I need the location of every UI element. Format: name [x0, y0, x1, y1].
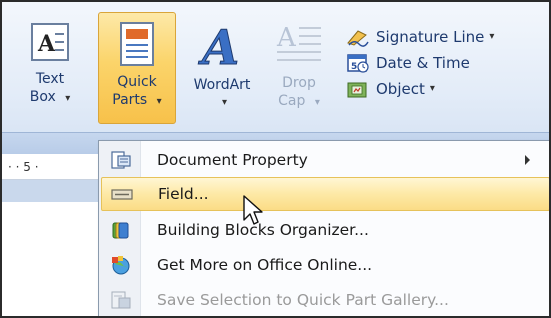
date-time-icon: 5	[347, 54, 369, 73]
menu-item-field[interactable]: Field...	[101, 177, 549, 211]
ribbon: A Text Box ▾ Quick Parts ▾ A WordArt ▾ A…	[2, 2, 549, 154]
text-box-label-2: Box	[29, 89, 56, 105]
menu-item-label: Save Selection to Quick Part Gallery...	[157, 291, 449, 309]
wordart-label: WordArt	[193, 77, 251, 93]
horizontal-ruler: · · 5 ·	[2, 154, 98, 180]
signature-line-label: Signature Line	[376, 28, 485, 46]
menu-item-label: Document Property	[157, 151, 308, 169]
dropdown-arrow-icon: ▾	[429, 83, 435, 94]
object-icon	[347, 82, 367, 98]
drop-cap-icon: A	[276, 23, 321, 61]
menu-item-get-more-office-online[interactable]: Get More on Office Online...	[101, 248, 549, 282]
insert-text-small-group: Signature Line ▾ 5 Date & Time Object ▾	[346, 24, 546, 102]
dropdown-arrow-icon: ▾	[489, 31, 495, 42]
quick-parts-label-2: Parts	[112, 92, 148, 108]
dropdown-arrow-icon: ▾	[156, 96, 162, 107]
drop-cap-button[interactable]: A Drop Cap ▾	[268, 20, 330, 112]
document-property-icon	[111, 151, 131, 169]
menu-item-save-selection[interactable]: Save Selection to Quick Part Gallery...	[101, 283, 549, 316]
document-area	[2, 180, 98, 202]
drop-cap-label-1: Drop	[282, 75, 316, 91]
wordart-button[interactable]: A WordArt ▾	[180, 20, 264, 112]
signature-line-icon	[347, 30, 369, 47]
dropdown-arrow-icon: ▾	[314, 97, 320, 108]
quick-parts-label-1: Quick	[117, 74, 157, 90]
dropdown-arrow-icon: ▾	[65, 93, 71, 104]
object-button[interactable]: Object ▾	[346, 76, 546, 102]
svg-text:A: A	[37, 31, 56, 57]
mouse-cursor-icon	[243, 195, 263, 225]
menu-item-building-blocks-organizer[interactable]: Building Blocks Organizer...	[101, 213, 549, 247]
submenu-arrow-icon	[525, 155, 530, 165]
signature-line-button[interactable]: Signature Line ▾	[346, 24, 546, 50]
text-box-button[interactable]: A Text Box ▾	[20, 20, 80, 108]
date-time-label: Date & Time	[376, 54, 470, 72]
save-selection-icon	[111, 291, 131, 309]
text-box-icon: A	[31, 23, 69, 61]
building-blocks-icon	[112, 222, 129, 239]
quick-parts-button[interactable]: Quick Parts ▾	[98, 12, 176, 124]
menu-item-label: Field...	[158, 185, 209, 203]
drop-cap-label-2: Cap	[278, 93, 306, 109]
window-frame: A Text Box ▾ Quick Parts ▾ A WordArt ▾ A…	[0, 0, 551, 318]
svg-text:5: 5	[351, 62, 357, 72]
office-online-icon	[112, 256, 130, 275]
svg-text:A: A	[276, 23, 297, 53]
dropdown-arrow-icon: ▾	[221, 97, 228, 108]
quick-parts-menu: Document Property Field... Building Bloc	[98, 140, 549, 316]
wordart-icon: A	[198, 20, 240, 70]
menu-item-document-property[interactable]: Document Property	[101, 143, 549, 177]
text-box-label-1: Text	[35, 71, 65, 87]
menu-item-label: Get More on Office Online...	[157, 256, 373, 274]
svg-text:A: A	[198, 20, 239, 70]
date-time-button[interactable]: 5 Date & Time	[346, 50, 546, 76]
field-icon	[111, 189, 133, 200]
object-label: Object	[376, 80, 425, 98]
quick-parts-icon	[120, 22, 154, 66]
